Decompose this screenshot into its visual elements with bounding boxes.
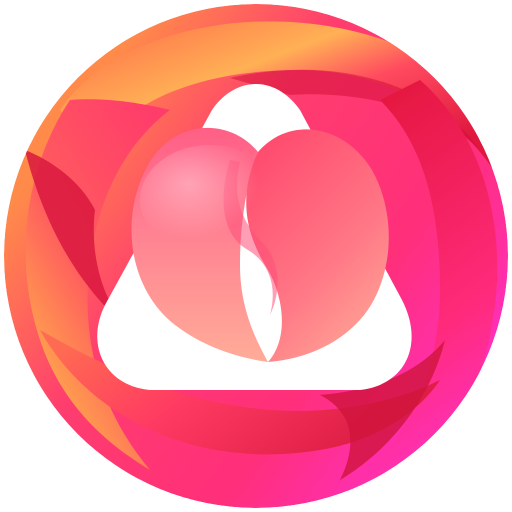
app-logo — [0, 0, 512, 512]
peach-heart-swirl-logo-icon — [4, 4, 508, 508]
